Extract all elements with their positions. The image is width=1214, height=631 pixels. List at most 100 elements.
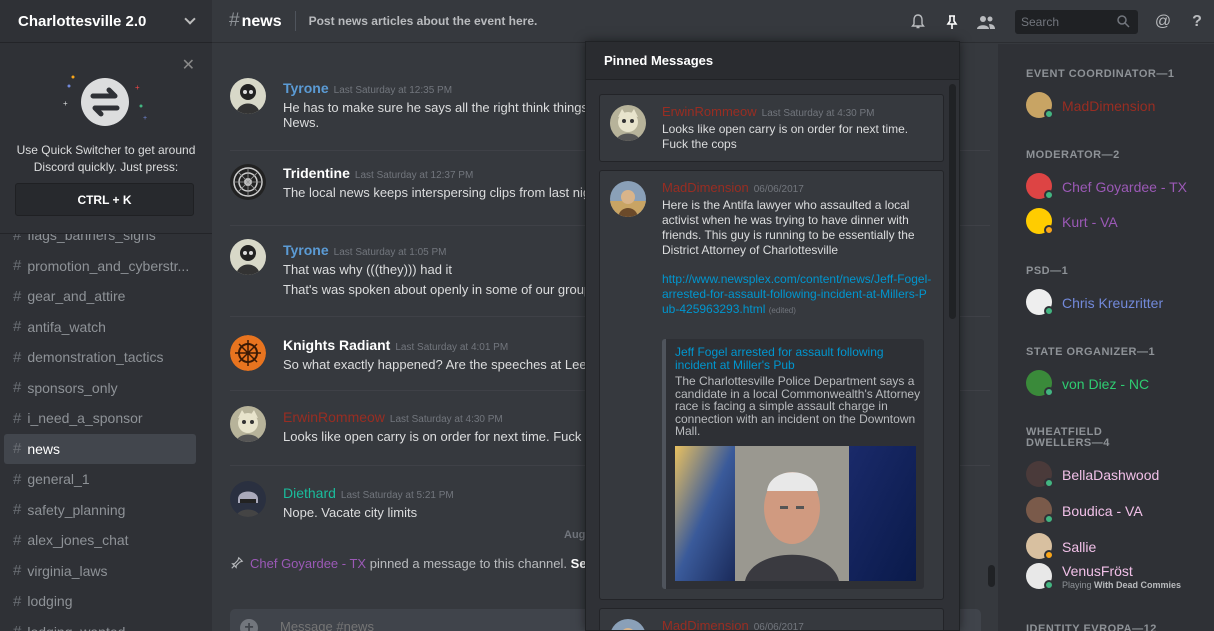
activity-name: With Dead Commies bbox=[1094, 580, 1181, 590]
upload-icon[interactable]: + bbox=[240, 619, 258, 631]
member-item[interactable]: MadDimension bbox=[1026, 92, 1206, 122]
avatar[interactable] bbox=[230, 164, 266, 200]
message-input[interactable] bbox=[280, 619, 456, 631]
avatar[interactable] bbox=[610, 181, 646, 217]
channel-news[interactable]: # news bbox=[4, 433, 196, 464]
header-toolbar: @ ? bbox=[901, 0, 1214, 43]
channel-label: sponsors_only bbox=[27, 379, 118, 396]
timestamp: 06/06/2017 bbox=[753, 622, 804, 631]
status-indicator bbox=[1044, 478, 1054, 488]
hash-icon: # bbox=[13, 440, 22, 458]
role-header: IDENTITY EVROPA—12 bbox=[1026, 623, 1157, 631]
pin-notice: Chef Goyardee - TX pinned a message to t… bbox=[230, 556, 587, 571]
hash-icon: # bbox=[13, 257, 22, 275]
channel-antifa-watch[interactable]: # antifa_watch bbox=[4, 312, 196, 343]
member-name: Kurt - VA bbox=[1062, 214, 1118, 230]
pinned-scrollbar[interactable] bbox=[949, 84, 956, 319]
pinned-messages-popup: Pinned Messages ErwinRommeow Last Saturda… bbox=[585, 41, 960, 631]
bell-icon[interactable] bbox=[908, 12, 928, 32]
status-indicator bbox=[1044, 190, 1054, 200]
hash-icon: # bbox=[13, 562, 22, 580]
channel-name: news bbox=[241, 13, 282, 30]
channel-lodging-wanted[interactable]: # lodging_wanted bbox=[4, 617, 196, 631]
channel-title: # news bbox=[229, 10, 282, 32]
hash-icon: # bbox=[229, 10, 240, 31]
members-icon[interactable] bbox=[976, 12, 996, 32]
message-text: Here is the Antifa lawyer who assaulted … bbox=[662, 198, 915, 257]
member-item[interactable]: von Diez - NC bbox=[1026, 370, 1206, 400]
role-header: EVENT COORDINATOR—1 bbox=[1026, 68, 1175, 80]
avatar[interactable] bbox=[230, 239, 266, 275]
close-icon[interactable]: ✕ bbox=[182, 55, 195, 75]
hash-icon: # bbox=[13, 379, 22, 397]
mugshot-image[interactable] bbox=[675, 446, 916, 581]
hash-icon: # bbox=[13, 409, 22, 427]
channel-label: safety_planning bbox=[27, 501, 126, 518]
pin-icon bbox=[231, 556, 244, 569]
avatar[interactable] bbox=[230, 481, 266, 517]
member-item[interactable]: Chef Goyardee - TX bbox=[1026, 173, 1206, 203]
member-item[interactable]: VenusFröst Playing With Dead Commies bbox=[1026, 563, 1206, 593]
link-text[interactable]: http://www.newsplex.com/content/news/Jef… bbox=[662, 272, 931, 316]
channel-i-need-a-sponsor[interactable]: # i_need_a_sponsor bbox=[4, 403, 196, 434]
embed-title[interactable]: Jeff Fogel arrested for assault followin… bbox=[675, 346, 905, 372]
member-item[interactable]: Boudica - VA bbox=[1026, 497, 1206, 527]
pin-icon[interactable] bbox=[942, 12, 962, 32]
status-indicator bbox=[1044, 387, 1054, 397]
channel-promotion-and-cyberstr-[interactable]: # promotion_and_cyberstr... bbox=[4, 251, 196, 282]
timestamp: Last Saturday at 4:30 PM bbox=[389, 414, 503, 425]
search-icon bbox=[1117, 14, 1130, 28]
article-link[interactable]: http://www.newsplex.com/content/news/Jef… bbox=[662, 272, 932, 318]
member-item[interactable]: BellaDashwood bbox=[1026, 461, 1206, 491]
avatar[interactable] bbox=[610, 619, 646, 630]
username[interactable]: Knights Radiant bbox=[283, 337, 390, 353]
channel-label: alex_jones_chat bbox=[27, 532, 129, 549]
channel-label: demonstration_tactics bbox=[27, 349, 164, 366]
channel-alex-jones-chat[interactable]: # alex_jones_chat bbox=[4, 525, 196, 556]
username[interactable]: ErwinRommeow bbox=[283, 409, 385, 425]
channel-label: gear_and_attire bbox=[27, 288, 126, 305]
member-item[interactable]: Chris Kreuzritter bbox=[1026, 289, 1206, 319]
avatar[interactable] bbox=[610, 105, 646, 141]
pinned-message[interactable]: MadDimension 06/06/2017 Here is the Antif… bbox=[599, 170, 944, 600]
member-item[interactable]: Kurt - VA bbox=[1026, 208, 1206, 238]
pin-user[interactable]: Chef Goyardee - TX bbox=[250, 556, 366, 571]
channel-safety-planning[interactable]: # safety_planning bbox=[4, 495, 196, 526]
chevron-down-icon[interactable] bbox=[184, 12, 196, 25]
username[interactable]: MadDimension bbox=[662, 180, 749, 195]
channel-sidebar: Charlottesville 2.0 # flags_banners_signs… bbox=[0, 0, 212, 631]
username[interactable]: MadDimension bbox=[662, 618, 749, 630]
server-name: Charlottesville 2.0 bbox=[18, 12, 147, 30]
help-icon[interactable]: ? bbox=[1187, 12, 1207, 32]
message-scrollbar[interactable] bbox=[988, 565, 995, 587]
search-box[interactable] bbox=[1015, 9, 1138, 34]
avatar[interactable] bbox=[230, 406, 266, 442]
avatar[interactable] bbox=[230, 78, 266, 114]
channel-sponsors-only[interactable]: # sponsors_only bbox=[4, 373, 196, 404]
role-header: WHEATFIELD DWELLERS—4 bbox=[1026, 426, 1110, 449]
member-item[interactable]: Sallie bbox=[1026, 533, 1206, 563]
pinned-message[interactable]: MadDimension 06/06/2017 bbox=[599, 608, 944, 631]
channel-gear-and-attire[interactable]: # gear_and_attire bbox=[4, 281, 196, 312]
avatar[interactable] bbox=[230, 335, 266, 371]
username[interactable]: Tyrone bbox=[283, 242, 329, 258]
date-separator: Aug bbox=[564, 529, 586, 541]
channel-general-1[interactable]: # general_1 bbox=[4, 464, 196, 495]
quick-switcher-icon: + + + bbox=[63, 75, 147, 126]
channel-demonstration-tactics[interactable]: # demonstration_tactics bbox=[4, 342, 196, 373]
pinned-message[interactable]: ErwinRommeow Last Saturday at 4:30 PM Loo… bbox=[599, 94, 944, 162]
quick-switcher-shortcut[interactable]: CTRL + K bbox=[15, 183, 194, 216]
server-header[interactable]: Charlottesville 2.0 bbox=[0, 0, 212, 43]
timestamp: Last Saturday at 4:30 PM bbox=[761, 108, 875, 119]
channel-lodging[interactable]: # lodging bbox=[4, 586, 196, 617]
username[interactable]: Tridentine bbox=[283, 165, 350, 181]
username[interactable]: Diethard bbox=[283, 485, 336, 501]
username[interactable]: Tyrone bbox=[283, 80, 329, 96]
username[interactable]: ErwinRommeow bbox=[662, 104, 757, 119]
channel-label: news bbox=[27, 440, 61, 457]
quick-switcher-text: Use Quick Switcher to get around Discord… bbox=[16, 143, 196, 174]
channel-virginia-laws[interactable]: # virginia_laws bbox=[4, 556, 196, 587]
channel-topic: Post news articles about the event here. bbox=[308, 14, 538, 28]
svg-text:+: + bbox=[143, 115, 147, 122]
mentions-icon[interactable]: @ bbox=[1153, 12, 1173, 32]
